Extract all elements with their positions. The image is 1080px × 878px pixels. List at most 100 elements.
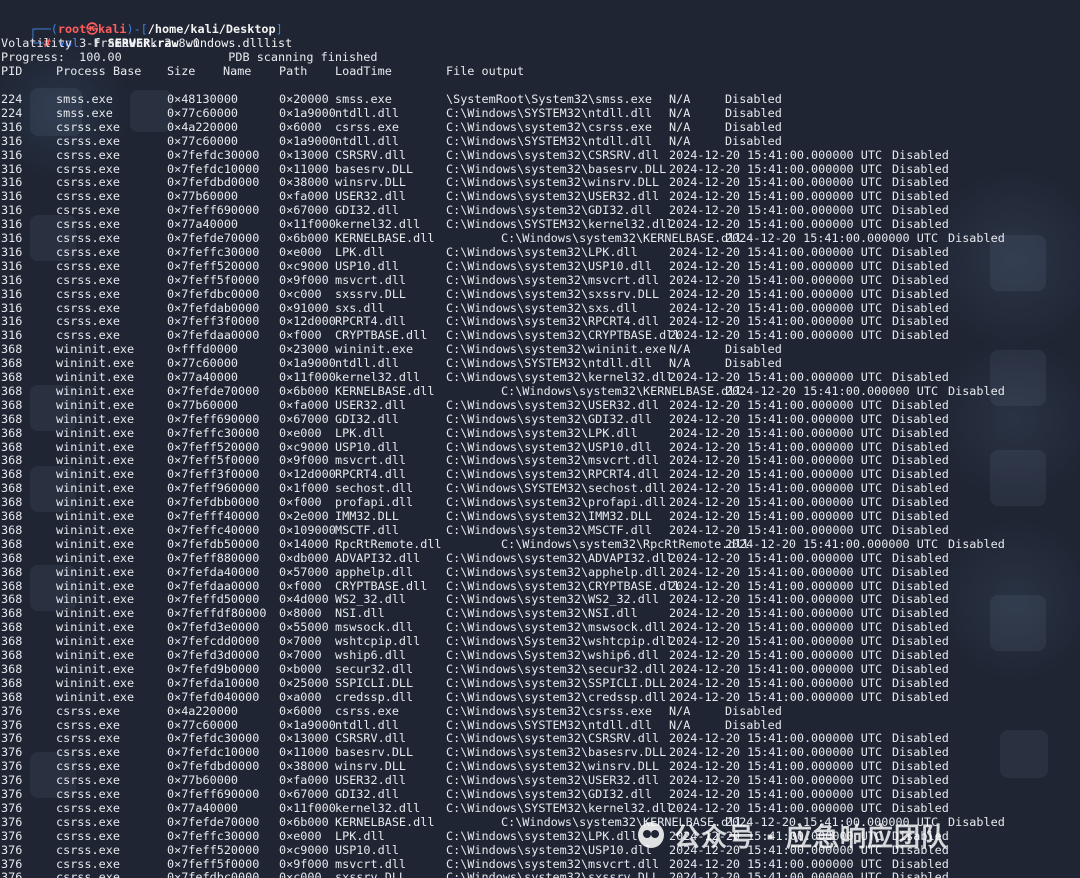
row-pid: 316 (1, 133, 23, 148)
table-row: 376 csrss.exe 0×77a40000 0×11f000 kernel32.d… (1, 801, 1080, 815)
row-pid: 376 (1, 842, 23, 857)
row-pid: 368 (1, 453, 23, 468)
row-pid: 316 (1, 328, 23, 343)
table-row: 368 wininit.exe 0×7feff960000 0×1f000 sechos… (1, 481, 1080, 495)
row-process: csrss.exe (56, 217, 120, 232)
table-row: 316 csrss.exe 0×7fefdc10000 0×11000 basesrv.… (1, 162, 1080, 176)
row-path: C:\Windows\system32\sxssrv.DLL (446, 286, 660, 301)
row-base: 0×7fefdc10000 (167, 161, 260, 176)
row-base: 0×4a220000 (167, 703, 239, 718)
row-pid: 368 (1, 425, 23, 440)
row-path: C:\Windows\system32\profapi.dll (446, 495, 667, 510)
row-size: 0×14000 (279, 536, 329, 551)
table-row: 376 csrss.exe 0×7fefdc10000 0×11000 basesrv.… (1, 745, 1080, 759)
row-size: 0×2e000 (279, 509, 329, 523)
row-time: 2024-12-20 15:41:00.000000 UTC (669, 314, 883, 329)
row-time: 2024-12-20 15:41:00.000000 UTC (669, 147, 883, 162)
row-pid: 376 (1, 717, 23, 732)
row-path: C:\Windows\system32\LPK.dll (446, 425, 638, 440)
column-name: Name (223, 64, 252, 78)
terminal-window[interactable]: ┌──(root㉿kali)-[/home/kali/Desktop] └─# … (0, 0, 1080, 878)
row-size: 0×13000 (279, 147, 329, 162)
row-path: C:\Windows\system32\mswsock.dll (446, 620, 667, 635)
row-path: C:\Windows\system32\apphelp.dll (446, 564, 667, 579)
row-time: 2024-12-20 15:41:00.000000 UTC (669, 509, 883, 523)
row-output: Disabled (892, 509, 949, 523)
row-process: wininit.exe (56, 495, 135, 510)
table-row: 316 csrss.exe 0×77c60000 0×1a9000 ntdll.dll C… (1, 134, 1080, 148)
table-row: 316 csrss.exe 0×7fefdbc0000 0×c000 sxssrv.DL… (1, 287, 1080, 301)
row-path: C:\Windows\system32\KERNELBASE.dll (501, 231, 743, 245)
row-base: 0×7feff520000 (167, 842, 260, 857)
row-size: 0×c9000 (279, 258, 329, 273)
row-path: C:\Windows\system32\csrss.exe (446, 119, 652, 134)
row-output: Disabled (892, 661, 949, 676)
row-time: 2024-12-20 15:41:00.000000 UTC (669, 634, 883, 649)
row-process: wininit.exe (56, 439, 135, 454)
row-size: 0×9f000 (279, 453, 329, 468)
row-output: Disabled (892, 495, 949, 510)
row-base: 0×7fefcdd0000 (167, 634, 260, 649)
row-pid: 376 (1, 800, 23, 815)
row-base: 0×77c60000 (167, 717, 239, 732)
table-row: 316 csrss.exe 0×77a40000 0×11f000 kernel32.d… (1, 217, 1080, 231)
row-size: 0×f000 (279, 328, 322, 343)
table-row: 368 wininit.exe 0×7fefdb50000 0×14000 RpcRtR… (1, 537, 1080, 551)
row-base: 0×7fefda40000 (167, 564, 260, 579)
row-pid: 376 (1, 773, 23, 788)
table-row: 368 wininit.exe 0×7fefd3d0000 0×7000 wship6.… (1, 648, 1080, 662)
row-output: Disabled (892, 634, 949, 649)
row-base: 0×77b60000 (167, 773, 239, 788)
row-pid: 368 (1, 397, 23, 412)
row-pid: 316 (1, 175, 23, 190)
row-path: C:\Windows\system32\credssp.dll (446, 689, 667, 704)
column-process: Process (56, 64, 106, 78)
table-row: 316 csrss.exe 0×7fefde70000 0×6b000 KERNELBA… (1, 231, 1080, 245)
row-output: Disabled (725, 105, 782, 120)
row-output: Disabled (892, 217, 949, 232)
row-path: C:\Windows\system32\msvcrt.dll (446, 856, 660, 871)
row-path: C:\Windows\system32\KERNELBASE.dll (501, 383, 743, 398)
row-pid: 376 (1, 787, 23, 801)
row-output: Disabled (892, 787, 949, 801)
row-process: csrss.exe (56, 814, 120, 829)
row-process: csrss.exe (56, 717, 120, 732)
row-path: C:\Windows\system32\CSRSRV.dll (446, 147, 660, 162)
row-path: C:\Windows\system32\GDI32.dll (446, 203, 652, 218)
row-base: 0×7fefd040000 (167, 689, 260, 704)
row-base: 0×7fefdbc0000 (167, 286, 260, 301)
row-base: 0×7feff880000 (167, 550, 260, 565)
table-row: 368 wininit.exe 0×7fefcdd0000 0×7000 wshtcpi… (1, 634, 1080, 648)
row-name: GDI32.dll (335, 203, 399, 218)
row-process: csrss.exe (56, 703, 120, 718)
row-size: 0×67000 (279, 411, 329, 426)
row-size: 0×25000 (279, 675, 329, 690)
row-process: wininit.exe (56, 648, 135, 662)
row-process: csrss.exe (56, 300, 120, 315)
row-size: 0×67000 (279, 787, 329, 801)
row-path: C:\Windows\system32\LPK.dll (446, 244, 638, 259)
table-row: 376 csrss.exe 0×77c60000 0×1a9000 ntdll.dll C… (1, 718, 1080, 732)
row-size: 0×6000 (279, 703, 322, 718)
row-time: N/A (669, 703, 691, 718)
row-size: 0×109000 (279, 522, 336, 537)
row-path: C:\Windows\system32\msvcrt.dll (446, 272, 660, 287)
row-output: Disabled (892, 564, 949, 579)
row-size: 0×67000 (279, 203, 329, 218)
table-row: 316 csrss.exe 0×7fefdab0000 0×91000 sxs.dll C… (1, 301, 1080, 315)
table-row: 376 csrss.exe 0×7fefdc30000 0×13000 CSRSRV.d… (1, 731, 1080, 745)
row-base: 0×77c60000 (167, 133, 239, 148)
row-size: 0×7000 (279, 648, 322, 662)
row-base: 0×77b60000 (167, 189, 239, 204)
row-time: 2024-12-20 15:41:00.000000 UTC (669, 175, 883, 190)
row-process: smss.exe (56, 92, 113, 106)
row-output: Disabled (892, 731, 949, 746)
row-output: Disabled (892, 592, 949, 607)
table-row: 224 smss.exe 0×48130000 0×20000 smss.exe \Sys… (1, 92, 1080, 106)
row-output: Disabled (892, 189, 949, 204)
row-time: 2024-12-20 15:41:00.000000 UTC (669, 689, 883, 704)
row-base: 0×7fefdc30000 (167, 147, 260, 162)
row-size: 0×6b000 (279, 383, 329, 398)
row-process: csrss.exe (56, 175, 120, 190)
table-row: 368 wininit.exe 0×7fefff40000 0×2e000 IMM32.… (1, 509, 1080, 523)
